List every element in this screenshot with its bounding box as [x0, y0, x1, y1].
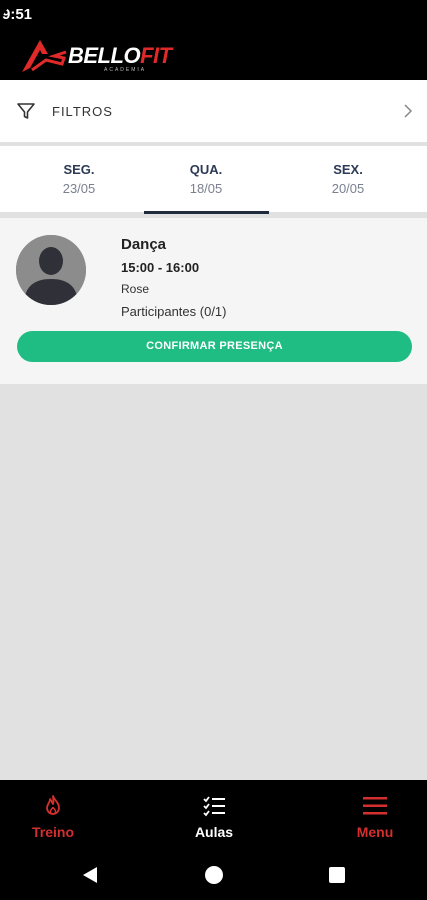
person-silhouette-icon: [16, 235, 86, 305]
main-content: FILTROS SEG. 23/05 QUA. 18/05 SEX. 20/05: [0, 80, 427, 780]
filters-label: FILTROS: [52, 104, 113, 119]
nav-item-menu[interactable]: Menu: [315, 780, 427, 852]
day-tab-qua[interactable]: QUA. 18/05: [143, 146, 269, 212]
nav-label-treino: Treino: [31, 824, 74, 840]
nav-item-treino[interactable]: Treino: [0, 780, 113, 852]
bellofit-logo: BELLOFIT ACADEMIA: [18, 34, 172, 76]
class-instructor: Rose: [121, 282, 150, 296]
bottom-nav: Treino Aulas Menu: [0, 780, 427, 852]
day-tab-sex[interactable]: SEX. 20/05: [285, 146, 411, 212]
confirm-attendance-button[interactable]: CONFIRMAR PRESENÇA: [17, 331, 412, 362]
day-date: 23/05: [62, 181, 96, 196]
logo-subtitle: ACADEMIA: [104, 67, 147, 73]
recents-square-icon[interactable]: [329, 867, 345, 883]
checklist-icon: [203, 796, 225, 817]
status-time: 9:51: [2, 6, 33, 23]
logo-text-fit: FIT: [140, 43, 172, 68]
class-time: 15:00 - 16:00: [121, 260, 200, 275]
day-tab-seg[interactable]: SEG. 23/05: [16, 146, 142, 212]
class-card: Dança 15:00 - 16:00 Rose Participantes (…: [0, 218, 427, 384]
hamburger-menu-icon: [363, 797, 387, 815]
logo-text-bello: BELLO: [68, 43, 141, 68]
system-nav-bar: [0, 852, 427, 900]
nav-label-aulas: Aulas: [194, 824, 234, 840]
day-name: SEX.: [333, 162, 363, 177]
filter-icon: [17, 103, 35, 119]
back-triangle-icon[interactable]: [82, 866, 98, 884]
day-tabs: SEG. 23/05 QUA. 18/05 SEX. 20/05: [0, 146, 427, 212]
day-name: QUA.: [189, 162, 223, 177]
day-name: SEG.: [63, 162, 95, 177]
logo-mark-icon: [22, 40, 67, 72]
day-date: 18/05: [189, 181, 223, 196]
class-title: Dança: [121, 236, 167, 253]
phone-screen: 9:51 BELLOFIT ACADEMIA FILTROS SEG. 23/0: [0, 0, 427, 900]
instructor-avatar: [16, 235, 86, 305]
status-bar: 9:51: [0, 0, 427, 28]
filters-bar[interactable]: FILTROS: [0, 80, 427, 142]
class-participants: Participantes (0/1): [121, 304, 227, 319]
logo-text: BELLOFIT: [68, 43, 172, 69]
selected-day-indicator: [144, 211, 269, 214]
nav-item-aulas[interactable]: Aulas: [154, 780, 274, 852]
flame-icon: [46, 795, 60, 815]
day-date: 20/05: [331, 181, 365, 196]
chevron-right-icon: [404, 104, 413, 118]
nav-label-menu: Menu: [356, 824, 394, 840]
home-circle-icon[interactable]: [205, 866, 223, 884]
app-header: BELLOFIT ACADEMIA: [0, 28, 427, 80]
